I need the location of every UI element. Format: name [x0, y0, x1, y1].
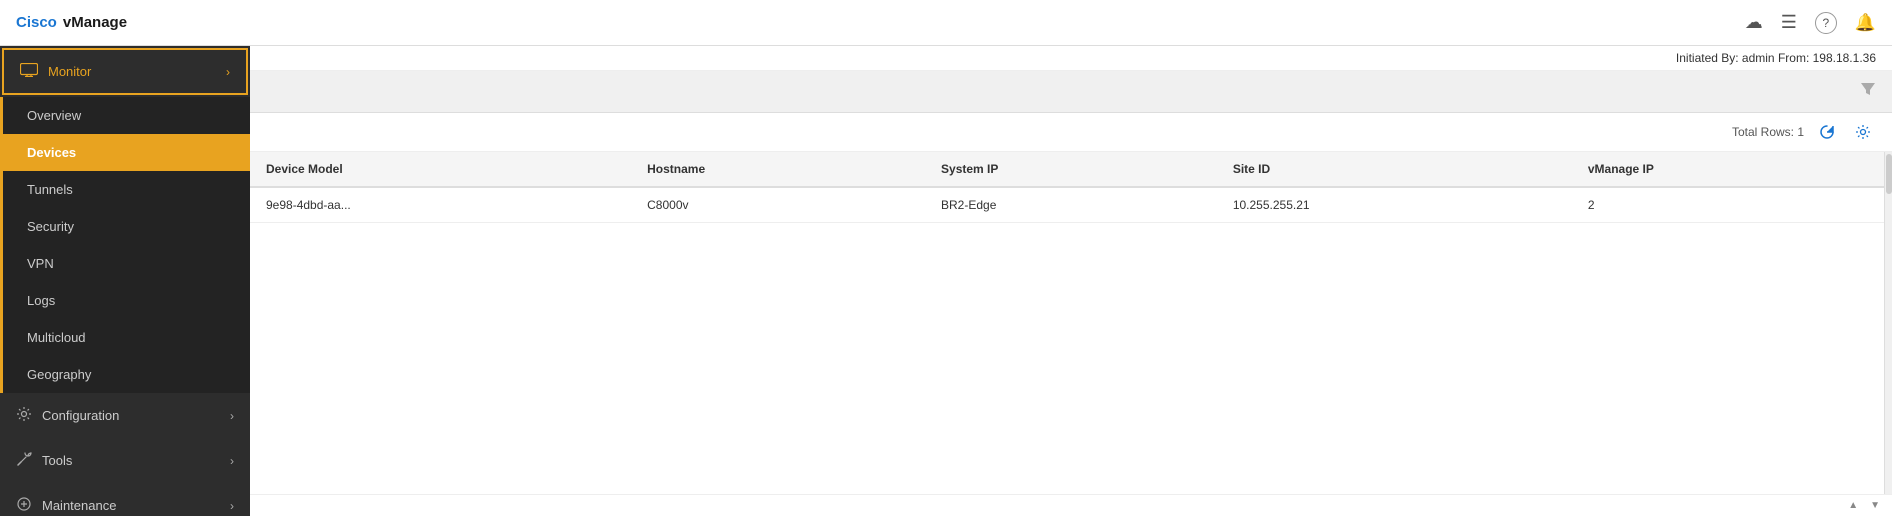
- sidebar: Monitor › Overview Devices Tunnels Secur…: [0, 46, 250, 516]
- header-actions: ☁ ☰ ? 🔔: [1745, 12, 1876, 34]
- bell-icon[interactable]: 🔔: [1855, 13, 1876, 33]
- total-rows-label: Total Rows: 1: [1732, 125, 1804, 139]
- config-icon: [16, 406, 32, 425]
- submenu-item-devices[interactable]: Devices: [3, 134, 250, 171]
- submenu-item-geography[interactable]: Geography: [3, 356, 250, 393]
- sidebar-item-label-configuration: Configuration: [42, 408, 119, 423]
- table-toolbar: Total Rows: 1: [250, 113, 1892, 152]
- cell-hostname: BR2-Edge: [925, 187, 1217, 223]
- sidebar-item-label-monitor: Monitor: [48, 64, 91, 79]
- col-system-ip: System IP: [925, 152, 1217, 187]
- scroll-controls: ▲ ▼: [250, 494, 1892, 516]
- scrollbar-track: [1884, 152, 1892, 494]
- help-icon[interactable]: ?: [1815, 12, 1837, 34]
- config-chevron: ›: [230, 409, 234, 423]
- submenu-item-multicloud[interactable]: Multicloud: [3, 319, 250, 356]
- cell-site-id: 2: [1572, 187, 1892, 223]
- main-content: Initiated By: admin From: 198.18.1.36 To…: [250, 46, 1892, 516]
- submenu-monitor: Overview Devices Tunnels Security VPN Lo…: [0, 97, 250, 393]
- refresh-icon[interactable]: [1814, 119, 1840, 145]
- col-site-id: Site ID: [1217, 152, 1572, 187]
- brand-name: Cisco: [16, 14, 57, 31]
- col-device-model: Device Model: [250, 152, 631, 187]
- submenu-item-vpn[interactable]: VPN: [3, 245, 250, 282]
- table-area: Device Model Hostname System IP Site ID …: [250, 152, 1892, 494]
- col-hostname: Hostname: [631, 152, 925, 187]
- monitor-chevron: ›: [226, 65, 230, 79]
- sidebar-item-label-maintenance: Maintenance: [42, 498, 116, 513]
- filter-icon[interactable]: [1860, 81, 1876, 102]
- col-vmanage-ip: vManage IP: [1572, 152, 1892, 187]
- maintenance-icon: [16, 496, 32, 515]
- cell-uuid: 9e98-4dbd-aa...: [250, 187, 631, 223]
- scrollbar-thumb[interactable]: [1886, 154, 1892, 194]
- sidebar-item-configuration[interactable]: Configuration ›: [0, 393, 250, 438]
- column-settings-icon[interactable]: [1850, 119, 1876, 145]
- session-bar: Initiated By: admin From: 198.18.1.36: [250, 46, 1892, 71]
- app-root: Cisco vManage ☁ ☰ ? 🔔: [0, 0, 1892, 516]
- app-title: vManage: [63, 14, 127, 31]
- brand-logo: Cisco vManage: [16, 14, 127, 31]
- app-body: Monitor › Overview Devices Tunnels Secur…: [0, 46, 1892, 516]
- table-header-row: Device Model Hostname System IP Site ID …: [250, 152, 1892, 187]
- cell-device-model: C8000v: [631, 187, 925, 223]
- sidebar-item-tools[interactable]: Tools ›: [0, 438, 250, 483]
- toolbar: [250, 71, 1892, 113]
- scroll-up-btn[interactable]: ▲: [1844, 498, 1862, 513]
- submenu-item-overview[interactable]: Overview: [3, 97, 250, 134]
- tools-icon: [16, 451, 32, 470]
- cloud-icon[interactable]: ☁: [1745, 12, 1763, 33]
- scroll-down-btn[interactable]: ▼: [1866, 498, 1884, 513]
- devices-table: Device Model Hostname System IP Site ID …: [250, 152, 1892, 223]
- sidebar-item-label-tools: Tools: [42, 453, 72, 468]
- top-header: Cisco vManage ☁ ☰ ? 🔔: [0, 0, 1892, 46]
- submenu-item-logs[interactable]: Logs: [3, 282, 250, 319]
- monitor-icon: [20, 63, 38, 80]
- sidebar-item-maintenance[interactable]: Maintenance ›: [0, 483, 250, 516]
- sidebar-item-monitor[interactable]: Monitor ›: [2, 48, 248, 95]
- tools-chevron: ›: [230, 454, 234, 468]
- submenu-item-security[interactable]: Security: [3, 208, 250, 245]
- menu-icon[interactable]: ☰: [1781, 12, 1797, 33]
- maintenance-chevron: ›: [230, 499, 234, 513]
- submenu-item-tunnels[interactable]: Tunnels: [3, 171, 250, 208]
- cell-system-ip: 10.255.255.21: [1217, 187, 1572, 223]
- session-info-text: Initiated By: admin From: 198.18.1.36: [1676, 51, 1876, 65]
- table-row[interactable]: 9e98-4dbd-aa... C8000v BR2-Edge 10.255.2…: [250, 187, 1892, 223]
